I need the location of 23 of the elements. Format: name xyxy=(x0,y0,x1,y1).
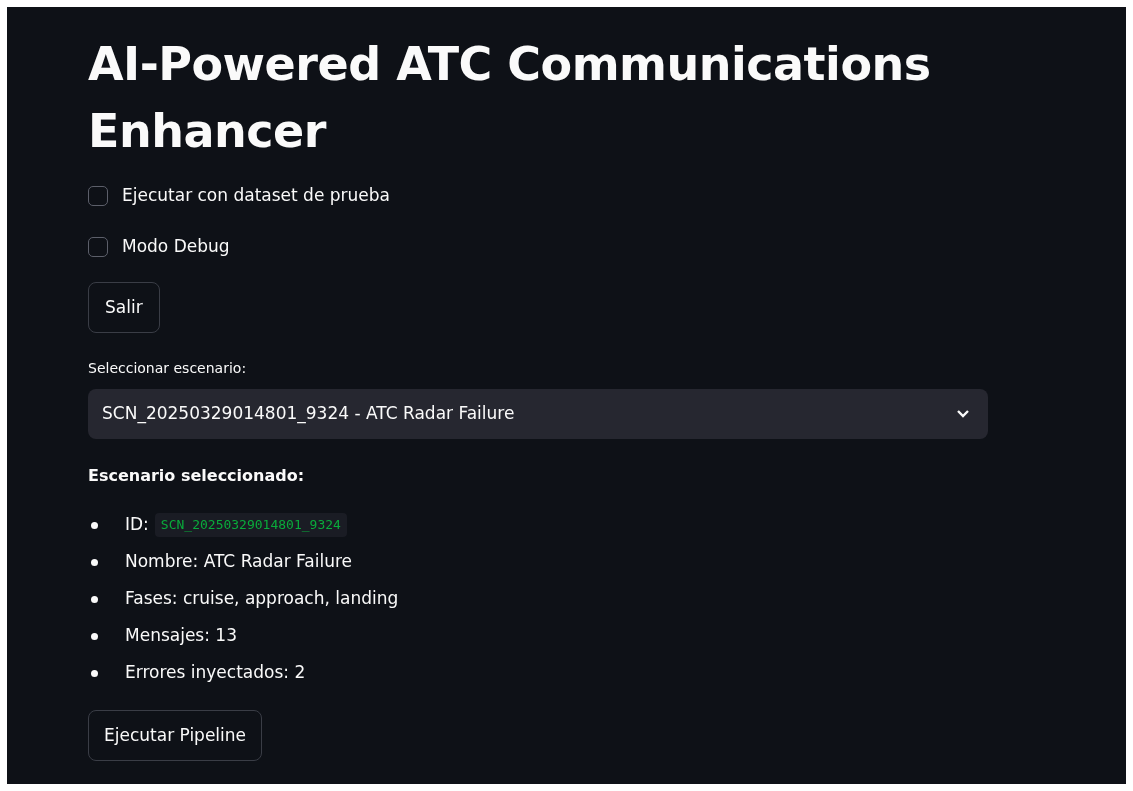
exit-button[interactable]: Salir xyxy=(88,282,160,333)
checkbox[interactable] xyxy=(88,185,108,206)
detail-label: Errores inyectados: 2 xyxy=(125,661,306,685)
bullet-icon xyxy=(91,632,98,640)
select-label: Seleccionar escenario: xyxy=(88,359,248,378)
checkbox-label: Modo Debug xyxy=(122,234,230,258)
scenario-id-code: SCN_20250329014801_9324 xyxy=(154,513,347,537)
page-title: AI-Powered ATC Communications Enhancer xyxy=(88,36,932,160)
detail-label: ID: xyxy=(125,513,149,537)
detail-label: Fases: cruise, approach, landing xyxy=(125,587,399,611)
run-pipeline-button[interactable]: Ejecutar Pipeline xyxy=(88,710,263,761)
details-heading: Escenario seleccionado: xyxy=(88,465,306,487)
bullet-icon xyxy=(91,521,98,529)
select-value: SCN_20250329014801_9324 - ATC Radar Failure xyxy=(102,402,515,426)
checkbox-label: Ejecutar con dataset de prueba xyxy=(122,183,390,207)
detail-label: Nombre: ATC Radar Failure xyxy=(125,550,353,574)
detail-label: Mensajes: 13 xyxy=(125,624,237,648)
chevron-down-icon xyxy=(956,409,970,419)
checkbox[interactable] xyxy=(88,236,108,257)
bullet-icon xyxy=(91,595,98,603)
bullet-icon xyxy=(91,669,98,677)
scenario-select[interactable]: SCN_20250329014801_9324 - ATC Radar Failure xyxy=(88,389,988,439)
bullet-icon xyxy=(91,558,98,566)
